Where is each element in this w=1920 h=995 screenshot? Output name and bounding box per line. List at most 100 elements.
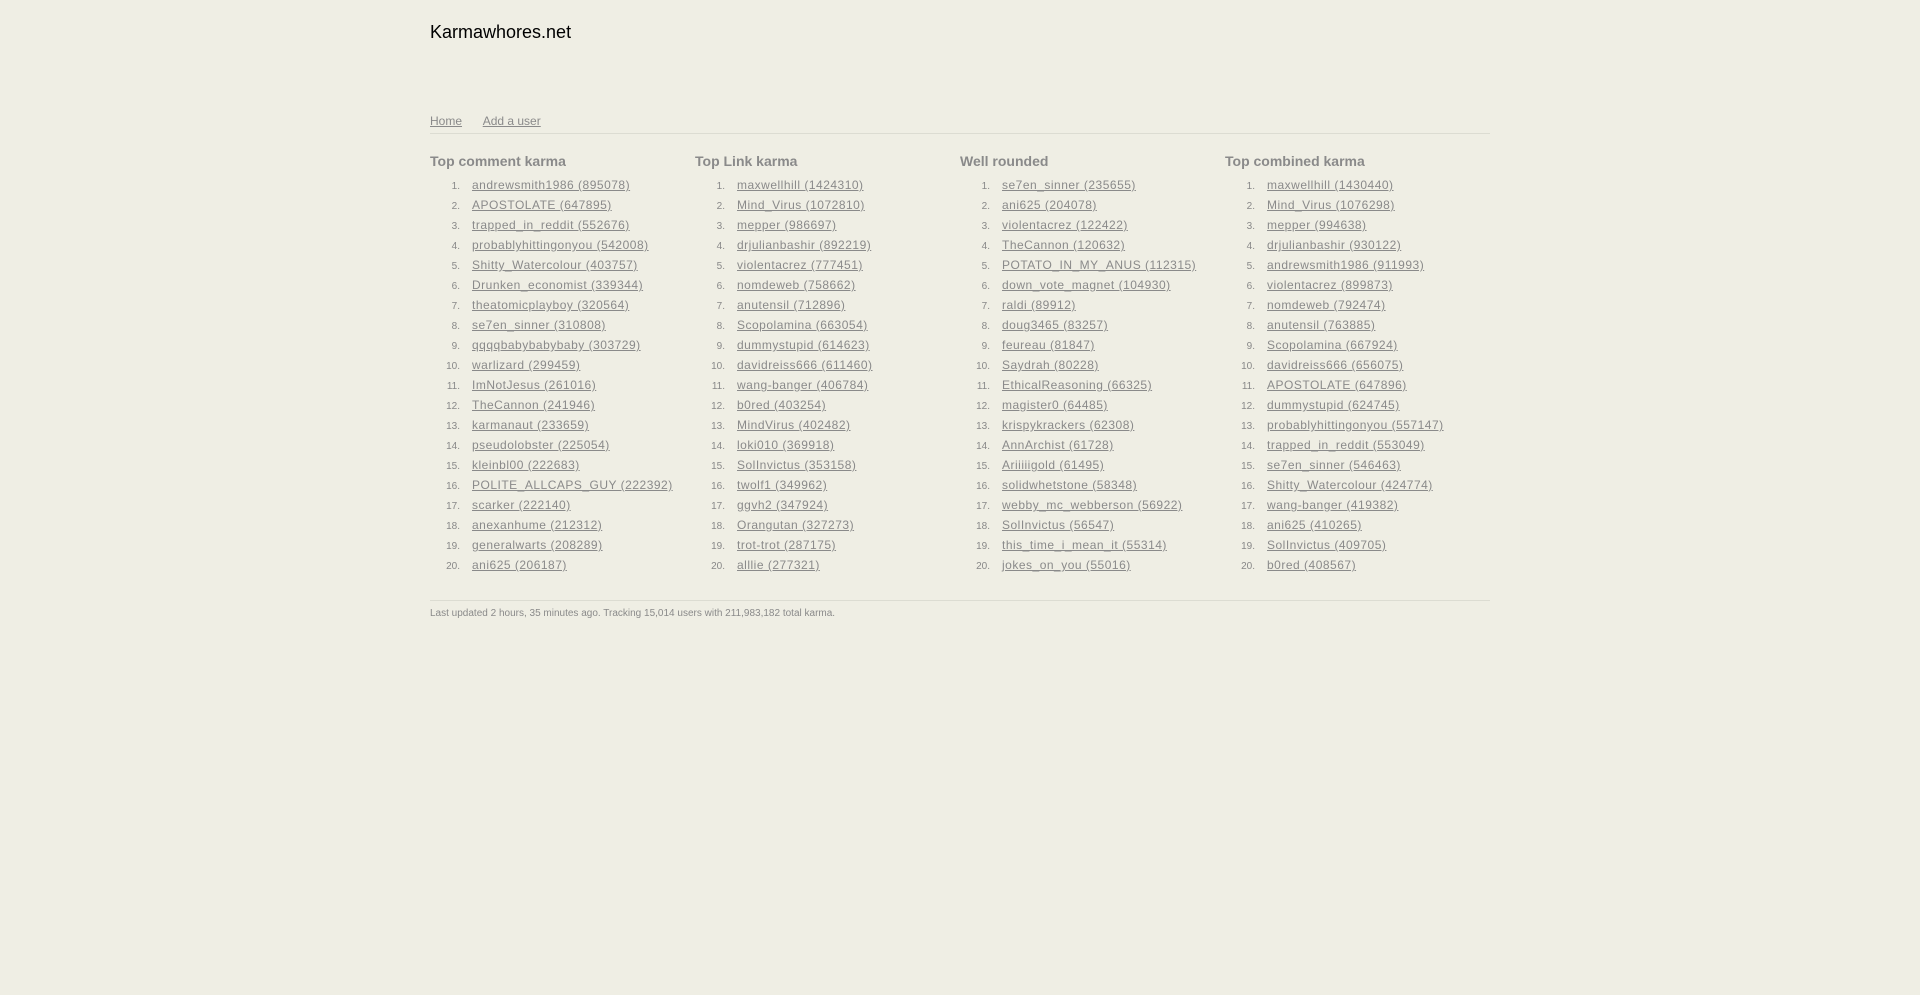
user-link[interactable]: TheCannon (120632) [1002, 238, 1125, 252]
user-link[interactable]: EthicalReasoning (66325) [1002, 378, 1152, 392]
user-link[interactable]: trot-trot (287175) [737, 538, 836, 552]
leaderboard-title: Top combined karma [1225, 153, 1365, 169]
user-link[interactable]: probablyhittingonyou (542008) [472, 238, 649, 252]
user-link[interactable]: Scopolamina (663054) [737, 318, 868, 332]
user-link[interactable]: down_vote_magnet (104930) [1002, 278, 1171, 292]
user-link[interactable]: raldi (89912) [1002, 298, 1076, 312]
user-link[interactable]: se7en_sinner (310808) [472, 318, 606, 332]
user-link[interactable]: wang-banger (406784) [737, 378, 868, 392]
user-link[interactable]: SolInvictus (409705) [1267, 538, 1386, 552]
user-link[interactable]: anexanhume (212312) [472, 518, 602, 532]
user-link[interactable]: andrewsmith1986 (895078) [472, 178, 630, 192]
user-link[interactable]: se7en_sinner (235655) [1002, 178, 1136, 192]
user-link[interactable]: Ariiiiigold (61495) [1002, 458, 1104, 472]
user-link[interactable]: ImNotJesus (261016) [472, 378, 596, 392]
user-link[interactable]: mepper (986697) [737, 218, 837, 232]
user-link[interactable]: karmanaut (233659) [472, 418, 589, 432]
rank-number: 4. [451, 241, 460, 252]
user-link[interactable]: theatomicplayboy (320564) [472, 298, 629, 312]
user-link[interactable]: Scopolamina (667924) [1267, 338, 1398, 352]
list-item: 8. doug3465 (83257) [960, 315, 1225, 335]
user-link[interactable]: jokes_on_you (55016) [1002, 558, 1131, 572]
user-link[interactable]: SolInvictus (56547) [1002, 518, 1114, 532]
user-link[interactable]: davidreiss666 (611460) [737, 358, 873, 372]
user-link[interactable]: violentacrez (899873) [1267, 278, 1393, 292]
user-link[interactable]: kleinbl00 (222683) [472, 458, 580, 472]
user-link[interactable]: violentacrez (777451) [737, 258, 863, 272]
nav-add-user-link[interactable]: Add a user [483, 114, 541, 128]
user-link[interactable]: Saydrah (80228) [1002, 358, 1099, 372]
user-link[interactable]: anutensil (712896) [737, 298, 845, 312]
user-link[interactable]: twolf1 (349962) [737, 478, 827, 492]
user-link[interactable]: violentacrez (122422) [1002, 218, 1128, 232]
user-link[interactable]: doug3465 (83257) [1002, 318, 1108, 332]
list-item: 3. trapped_in_reddit (552676) [430, 215, 695, 235]
user-link[interactable]: ani625 (410265) [1267, 518, 1362, 532]
user-link[interactable]: anutensil (763885) [1267, 318, 1375, 332]
user-link[interactable]: feureau (81847) [1002, 338, 1095, 352]
list-item: 5. andrewsmith1986 (911993) [1225, 255, 1490, 275]
user-link[interactable]: SolInvictus (353158) [737, 458, 856, 472]
user-link[interactable]: Shitty_Watercolour (403757) [472, 258, 638, 272]
user-link[interactable]: trapped_in_reddit (552676) [472, 218, 630, 232]
user-link[interactable]: ani625 (206187) [472, 558, 567, 572]
user-link[interactable]: TheCannon (241946) [472, 398, 595, 412]
user-link[interactable]: APOSTOLATE (647895) [472, 198, 612, 212]
user-link[interactable]: alllie (277321) [737, 558, 820, 572]
user-link[interactable]: POTATO_IN_MY_ANUS (112315) [1002, 258, 1196, 272]
user-link[interactable]: se7en_sinner (546463) [1267, 458, 1401, 472]
user-link[interactable]: this_time_i_mean_it (55314) [1002, 538, 1167, 552]
list-item: 10. davidreiss666 (611460) [695, 355, 960, 375]
user-link[interactable]: scarker (222140) [472, 498, 571, 512]
user-link[interactable]: nomdeweb (792474) [1267, 298, 1386, 312]
user-link[interactable]: generalwarts (208289) [472, 538, 603, 552]
user-link[interactable]: AnnArchist (61728) [1002, 438, 1114, 452]
user-link[interactable]: andrewsmith1986 (911993) [1267, 258, 1424, 272]
user-link[interactable]: warlizard (299459) [472, 358, 580, 372]
rank-number: 15. [446, 461, 460, 472]
user-link[interactable]: Shitty_Watercolour (424774) [1267, 478, 1433, 492]
user-link[interactable]: loki010 (369918) [737, 438, 834, 452]
user-link[interactable]: magister0 (64485) [1002, 398, 1108, 412]
rank-number: 9. [451, 341, 460, 352]
rank-number: 18. [976, 521, 990, 532]
user-link[interactable]: POLITE_ALLCAPS_GUY (222392) [472, 478, 673, 492]
user-link[interactable]: qqqqbabybabybaby (303729) [472, 338, 641, 352]
user-link[interactable]: Mind_Virus (1072810) [737, 198, 865, 212]
user-link[interactable]: nomdeweb (758662) [737, 278, 856, 292]
user-link[interactable]: probablyhittingonyou (557147) [1267, 418, 1444, 432]
rank-number: 7. [1246, 301, 1255, 312]
rank-number: 4. [1246, 241, 1255, 252]
rank-number: 7. [981, 301, 990, 312]
user-link[interactable]: Orangutan (327273) [737, 518, 854, 532]
user-link[interactable]: pseudolobster (225054) [472, 438, 610, 452]
list-item: 16. Shitty_Watercolour (424774) [1225, 475, 1490, 495]
rank-number: 19. [711, 541, 725, 552]
user-link[interactable]: drjulianbashir (930122) [1267, 238, 1401, 252]
user-link[interactable]: wang-banger (419382) [1267, 498, 1398, 512]
user-link[interactable]: mepper (994638) [1267, 218, 1367, 232]
user-link[interactable]: solidwhetstone (58348) [1002, 478, 1137, 492]
user-link[interactable]: Mind_Virus (1076298) [1267, 198, 1395, 212]
list-item: 7. anutensil (712896) [695, 295, 960, 315]
user-link[interactable]: b0red (408567) [1267, 558, 1356, 572]
user-link[interactable]: MindVirus (402482) [737, 418, 851, 432]
user-link[interactable]: davidreiss666 (656075) [1267, 358, 1403, 372]
user-link[interactable]: maxwellhill (1430440) [1267, 178, 1394, 192]
user-link[interactable]: APOSTOLATE (647896) [1267, 378, 1407, 392]
user-link[interactable]: trapped_in_reddit (553049) [1267, 438, 1425, 452]
user-link[interactable]: krispykrackers (62308) [1002, 418, 1134, 432]
user-link[interactable]: b0red (403254) [737, 398, 826, 412]
rank-number: 17. [1241, 501, 1255, 512]
user-link[interactable]: maxwellhill (1424310) [737, 178, 864, 192]
user-link[interactable]: drjulianbashir (892219) [737, 238, 871, 252]
user-link[interactable]: Drunken_economist (339344) [472, 278, 643, 292]
rank-number: 19. [446, 541, 460, 552]
user-link[interactable]: ani625 (204078) [1002, 198, 1097, 212]
nav-home-link[interactable]: Home [430, 114, 462, 128]
user-link[interactable]: dummystupid (624745) [1267, 398, 1400, 412]
list-item: 18. anexanhume (212312) [430, 515, 695, 535]
user-link[interactable]: webby_mc_webberson (56922) [1002, 498, 1182, 512]
user-link[interactable]: ggvh2 (347924) [737, 498, 828, 512]
user-link[interactable]: dummystupid (614623) [737, 338, 870, 352]
